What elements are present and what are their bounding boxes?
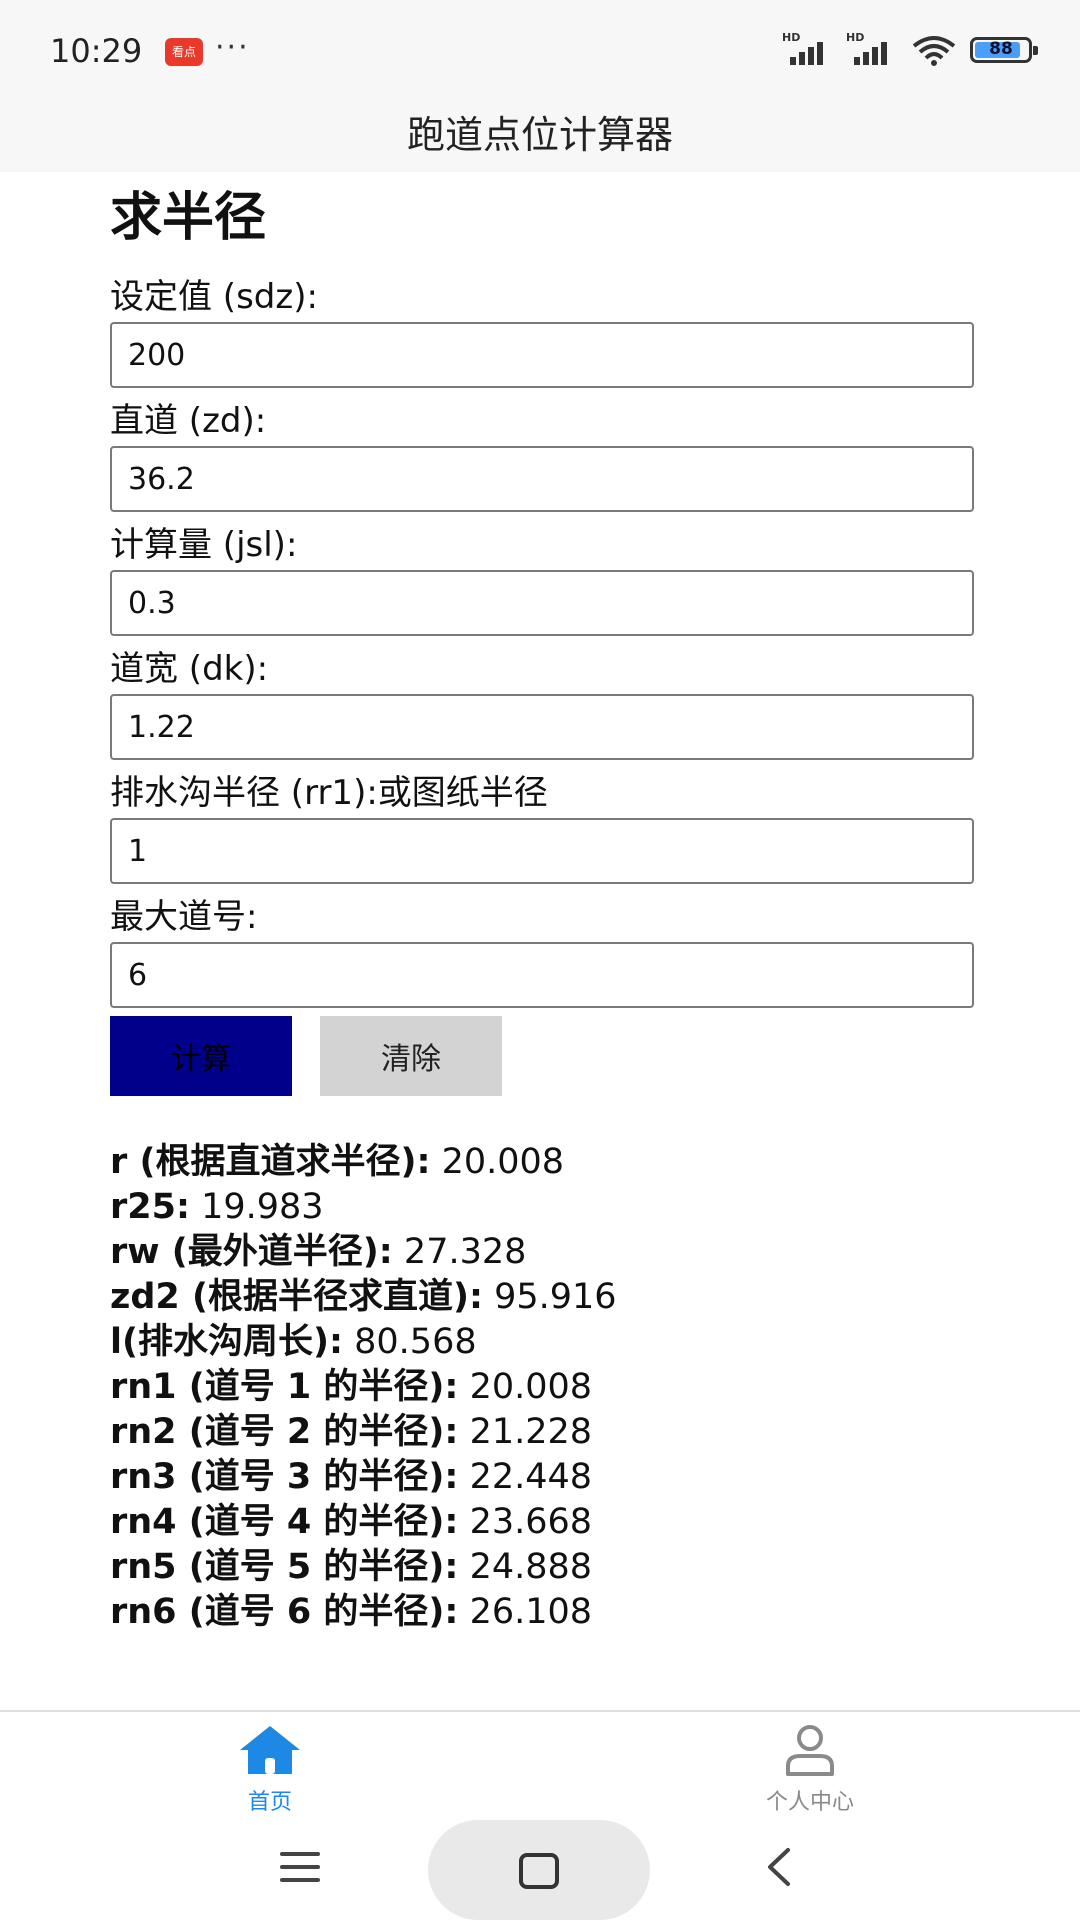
battery-icon: 88 (970, 37, 1038, 63)
dk-label: 道宽 (dk): (110, 649, 269, 689)
result-value: 95.916 (494, 1277, 617, 1317)
battery-level: 88 (989, 39, 1013, 59)
rr1-input[interactable] (110, 818, 974, 884)
home-icon (240, 1726, 300, 1774)
result-label: r (根据直道求半径): (110, 1142, 431, 1182)
result-rn4: rn4 (道号 4 的半径): 23.668 (110, 1500, 974, 1545)
result-zd2: zd2 (根据半径求直道): 95.916 (110, 1275, 974, 1320)
result-value: 21.228 (469, 1412, 593, 1452)
result-label: rn4 (道号 4 的半径): (110, 1502, 459, 1542)
result-value: 24.888 (469, 1547, 593, 1587)
result-r25: r25: 19.983 (110, 1185, 974, 1230)
back-chevron-icon[interactable] (762, 1846, 794, 1888)
wifi-icon (912, 36, 956, 66)
status-bar: 10:29 看点 ··· HD HD 88 (0, 0, 1080, 100)
signal-icon-2: HD (846, 31, 898, 65)
nav-home-button[interactable] (428, 1820, 650, 1920)
app-title: 跑道点位计算器 (406, 113, 673, 157)
result-rn3: rn3 (道号 3 的半径): 22.448 (110, 1455, 974, 1500)
result-value: 20.008 (469, 1367, 593, 1407)
section-title: 求半径 (110, 188, 267, 248)
jsl-input[interactable] (110, 570, 974, 636)
result-value: 80.568 (354, 1322, 477, 1362)
result-rw: rw (最外道半径): 27.328 (110, 1230, 974, 1275)
result-value: 26.108 (469, 1592, 593, 1632)
menu-icon[interactable] (278, 1850, 322, 1884)
dk-input[interactable] (110, 694, 974, 760)
result-rn2: rn2 (道号 2 的半径): 21.228 (110, 1410, 974, 1455)
tab-profile[interactable]: 个人中心 (710, 1724, 910, 1816)
max-lane-label: 最大道号: (110, 897, 258, 937)
calculator-form: 求半径 设定值 (sdz): 直道 (zd): 计算量 (jsl): 道宽 (d… (110, 172, 974, 1635)
result-rn5: rn5 (道号 5 的半径): 24.888 (110, 1545, 974, 1590)
result-value: 23.668 (469, 1502, 593, 1542)
result-value: 22.448 (469, 1457, 593, 1497)
zd-input[interactable] (110, 446, 974, 512)
result-value: 19.983 (201, 1187, 324, 1227)
result-label: rn2 (道号 2 的半径): (110, 1412, 459, 1452)
calculate-button[interactable]: 计算 (110, 1016, 292, 1096)
result-label: rn5 (道号 5 的半径): (110, 1547, 459, 1587)
result-label: rw (最外道半径): (110, 1232, 393, 1272)
result-label: l(排水沟周长): (110, 1322, 343, 1362)
result-r: r (根据直道求半径): 20.008 (110, 1140, 974, 1185)
result-value: 20.008 (441, 1142, 565, 1182)
sdz-input[interactable] (110, 322, 974, 388)
result-label: rn1 (道号 1 的半径): (110, 1367, 459, 1407)
result-rn6: rn6 (道号 6 的半径): 26.108 (110, 1590, 974, 1635)
jsl-label: 计算量 (jsl): (110, 525, 298, 565)
person-icon (786, 1725, 834, 1776)
result-rn1: rn1 (道号 1 的半径): 20.008 (110, 1365, 974, 1410)
zd-label: 直道 (zd): (110, 401, 267, 441)
result-l: l(排水沟周长): 80.568 (110, 1320, 974, 1365)
result-value: 27.328 (403, 1232, 527, 1272)
max-lane-input[interactable] (110, 942, 974, 1008)
notification-app-icon: 看点 (165, 38, 203, 66)
app-header: 跑道点位计算器 (0, 100, 1080, 172)
status-icons: HD HD 88 (782, 31, 1038, 66)
sdz-label: 设定值 (sdz): (110, 277, 318, 317)
result-label: zd2 (根据半径求直道): (110, 1277, 483, 1317)
system-nav-bar (0, 1812, 1080, 1920)
square-icon (519, 1853, 559, 1889)
status-time: 10:29 (50, 32, 143, 70)
signal-icon: HD (782, 31, 834, 65)
results-list: r (根据直道求半径): 20.008 r25: 19.983 rw (最外道半… (110, 1140, 974, 1635)
result-label: rn6 (道号 6 的半径): (110, 1592, 459, 1632)
tab-home[interactable]: 首页 (170, 1724, 370, 1816)
more-notifications-icon: ··· (215, 30, 250, 65)
result-label: r25: (110, 1187, 190, 1227)
clear-button[interactable]: 清除 (320, 1016, 502, 1096)
result-label: rn3 (道号 3 的半径): (110, 1457, 459, 1497)
bottom-tab-bar: 首页 个人中心 (0, 1710, 1080, 1815)
rr1-label: 排水沟半径 (rr1):或图纸半径 (110, 773, 548, 813)
action-buttons: 计算 清除 (110, 1016, 974, 1096)
